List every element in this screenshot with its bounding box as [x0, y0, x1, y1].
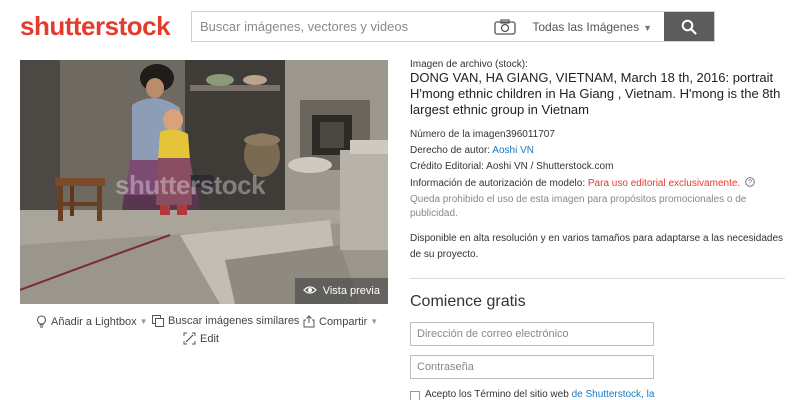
lightbulb-icon: [36, 315, 47, 328]
terms-checkbox[interactable]: [410, 391, 420, 400]
terms-text: Acepto los Término del sitio web de Shut…: [425, 389, 654, 400]
credit-row: Crédito Editorial: Aoshi VN / Shuttersto…: [410, 161, 613, 172]
share-label: Compartir: [319, 315, 368, 328]
author-label: Derecho de autor:: [410, 145, 491, 156]
image-title: DONG VAN, HA GIANG, VIETNAM, March 18 th…: [410, 70, 781, 117]
preview-button[interactable]: Vista previa: [294, 278, 388, 304]
author-row: Derecho de autor: Aoshi VN: [410, 145, 534, 156]
model-release-value: Para uso editorial exclusivamente.: [587, 178, 741, 189]
model-release-label: Información de autorización de modelo:: [410, 178, 586, 189]
search-icon: [681, 19, 697, 35]
find-similar-label: Buscar imágenes similares: [168, 315, 300, 327]
usage-restriction-note: Queda prohibido el uso de esta imagen pa…: [410, 194, 747, 219]
similar-images-icon: [152, 315, 164, 327]
shutterstock-logo[interactable]: shutterstock: [20, 11, 171, 42]
search-bar: Todas las Imágenes▼: [191, 11, 715, 42]
image-number-value: 396011707: [505, 129, 555, 140]
stock-photo[interactable]: shutterstock Vista previa: [20, 60, 388, 304]
svg-text:?: ?: [748, 180, 752, 187]
eye-icon: [302, 286, 317, 294]
signup-heading: Comience gratis: [410, 293, 526, 310]
availability-note: Disponible en alta resolución y en vario…: [410, 233, 784, 260]
terms-prefix: Acepto los Término del sitio web: [425, 389, 569, 400]
add-to-lightbox-button[interactable]: Añadir a Lightbox ▼: [36, 315, 148, 328]
photo-watermark: shutterstock: [115, 170, 266, 200]
help-icon[interactable]: ?: [745, 177, 755, 187]
add-to-lightbox-label: Añadir a Lightbox: [51, 315, 137, 328]
page: shutterstock Todas las Imágenes▼: [0, 0, 800, 400]
credit-value: Aoshi VN / Shutterstock.com: [486, 161, 614, 172]
share-button[interactable]: Compartir ▼: [303, 315, 378, 328]
image-number-row: Número de la imagen396011707: [410, 129, 555, 140]
divider: [410, 278, 785, 279]
terms-suffix: , la: [641, 389, 655, 400]
author-link[interactable]: Aoshi VN: [492, 145, 534, 156]
model-release-row: Información de autorización de modelo: P…: [410, 177, 755, 189]
edit-icon: [183, 332, 196, 345]
image-number-label: Número de la imagen: [410, 129, 506, 140]
edit-button[interactable]: Edit: [183, 332, 219, 345]
image-type-label: Imagen de archivo (stock):: [410, 59, 528, 70]
find-similar-button[interactable]: Buscar imágenes similares: [152, 315, 299, 327]
search-input[interactable]: [192, 12, 495, 41]
search-button[interactable]: [664, 12, 714, 41]
credit-label: Crédito Editorial:: [410, 161, 484, 172]
chevron-down-icon: ▼: [643, 22, 652, 33]
camera-icon[interactable]: [494, 18, 518, 36]
share-icon: [303, 315, 315, 328]
preview-label: Vista previa: [322, 285, 380, 297]
chevron-down-icon: ▼: [370, 317, 379, 326]
password-field[interactable]: [410, 355, 654, 379]
image-type-dropdown[interactable]: Todas las Imágenes ▼: [532, 20, 652, 34]
terms-link[interactable]: de Shutterstock: [572, 389, 641, 400]
edit-label: Edit: [200, 332, 219, 345]
image-type-label: Todas las Imágenes: [532, 19, 640, 34]
email-field[interactable]: [410, 322, 654, 346]
chevron-down-icon: ▼: [139, 317, 148, 326]
